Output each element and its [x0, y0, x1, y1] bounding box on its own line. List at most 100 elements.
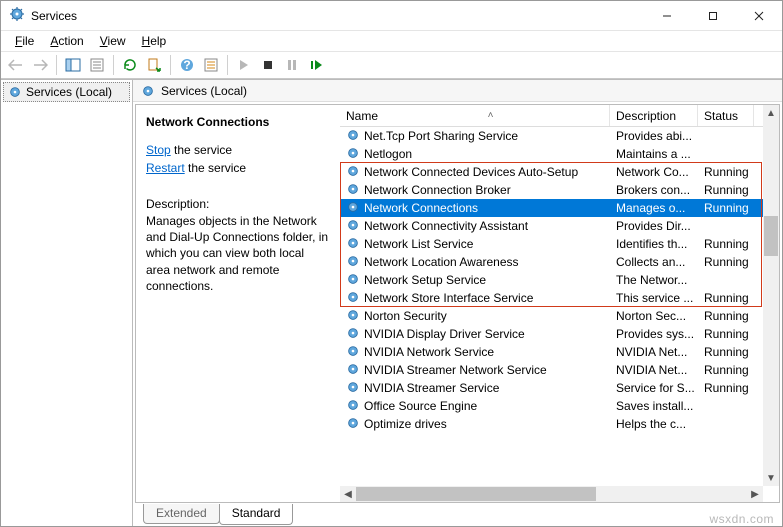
service-desc-cell: Brokers con... — [616, 183, 690, 197]
service-desc-cell: Helps the c... — [616, 417, 686, 431]
service-row[interactable]: Network Connectivity Assistant Provides D… — [340, 217, 763, 235]
service-name-cell: Optimize drives — [364, 417, 447, 431]
service-icon — [346, 326, 360, 343]
service-status-cell: Running — [704, 183, 749, 197]
service-row[interactable]: Net.Tcp Port Sharing Service Provides abi… — [340, 127, 763, 145]
service-name-cell: Netlogon — [364, 147, 412, 161]
column-header-description[interactable]: Description — [610, 105, 698, 126]
show-hide-tree-button[interactable] — [62, 54, 84, 76]
scroll-thumb-h[interactable] — [356, 487, 596, 501]
service-status-cell: Running — [704, 165, 749, 179]
service-icon — [346, 398, 360, 415]
service-row[interactable]: Netlogon Maintains a ... — [340, 145, 763, 163]
service-row[interactable]: Network Store Interface ServiceThis serv… — [340, 289, 763, 307]
service-row[interactable]: NVIDIA Streamer ServiceService for S...R… — [340, 379, 763, 397]
export-list-button[interactable] — [143, 54, 165, 76]
service-icon — [346, 164, 360, 181]
service-row[interactable]: Network List ServiceIdentifies th...Runn… — [340, 235, 763, 253]
app-icon — [9, 6, 25, 25]
scroll-thumb[interactable] — [764, 216, 778, 256]
scroll-left-icon[interactable]: ◀ — [340, 486, 356, 502]
service-row[interactable]: NVIDIA Network ServiceNVIDIA Net...Runni… — [340, 343, 763, 361]
minimize-button[interactable] — [644, 1, 690, 30]
service-status-cell: Running — [704, 255, 749, 269]
close-button[interactable] — [736, 1, 782, 30]
scroll-right-icon[interactable]: ▶ — [747, 486, 763, 502]
service-desc-cell: Provides Dir... — [616, 219, 691, 233]
service-row[interactable]: Office Source EngineSaves install... — [340, 397, 763, 415]
tab-extended[interactable]: Extended — [143, 504, 220, 524]
column-header-status[interactable]: Status — [698, 105, 754, 126]
toolbar: ? — [1, 51, 782, 79]
tree-item-label: Services (Local) — [26, 85, 112, 99]
service-row[interactable]: Norton Security Norton Sec... Running — [340, 307, 763, 325]
service-row[interactable]: Network ConnectionsManages o...Running — [340, 199, 763, 217]
service-icon — [346, 290, 360, 307]
service-name-cell: Network Location Awareness — [364, 255, 519, 269]
tree-item-services-local[interactable]: Services (Local) — [3, 82, 130, 102]
back-button[interactable] — [5, 54, 27, 76]
service-name-cell: Network Connectivity Assistant — [364, 219, 528, 233]
stop-service-link[interactable]: Stop — [146, 143, 171, 157]
service-desc-cell: Saves install... — [616, 399, 693, 413]
service-name-cell: Network Setup Service — [364, 273, 486, 287]
service-name-cell: Norton Security — [364, 309, 447, 323]
service-icon — [346, 218, 360, 235]
column-header-name[interactable]: Name˄ — [340, 105, 610, 126]
service-desc-cell: Maintains a ... — [616, 147, 691, 161]
service-name-cell: Network Store Interface Service — [364, 291, 533, 305]
selected-service-name: Network Connections — [146, 115, 330, 129]
forward-button[interactable] — [29, 54, 51, 76]
service-icon — [346, 200, 360, 217]
service-name-cell: NVIDIA Network Service — [364, 345, 494, 359]
service-desc-cell: Network Co... — [616, 165, 689, 179]
service-desc-cell: Collects an... — [616, 255, 685, 269]
service-row[interactable]: Network Connected Devices Auto-SetupNetw… — [340, 163, 763, 181]
properties-button[interactable] — [86, 54, 108, 76]
service-row[interactable]: Network Location Awareness Collects an...… — [340, 253, 763, 271]
restart-service-button[interactable] — [305, 54, 327, 76]
service-icon — [346, 182, 360, 199]
service-desc-cell: Norton Sec... — [616, 309, 686, 323]
service-row[interactable]: Optimize drives Helps the c... — [340, 415, 763, 433]
properties-icon-button[interactable] — [200, 54, 222, 76]
stop-service-button[interactable] — [257, 54, 279, 76]
service-desc-cell: Identifies th... — [616, 237, 687, 251]
service-row[interactable]: Network Setup ServiceThe Networ... — [340, 271, 763, 289]
description-label: Description: — [146, 197, 330, 211]
service-row[interactable]: NVIDIA Streamer Network ServiceNVIDIA Ne… — [340, 361, 763, 379]
service-name-cell: Network Connections — [364, 201, 478, 215]
service-name-cell: Net.Tcp Port Sharing Service — [364, 129, 518, 143]
menu-help[interactable]: Help — [134, 32, 175, 50]
maximize-button[interactable] — [690, 1, 736, 30]
menu-action[interactable]: Action — [42, 32, 91, 50]
horizontal-scrollbar[interactable]: ◀ ▶ — [340, 486, 763, 502]
service-icon — [346, 380, 360, 397]
service-row[interactable]: Network Connection BrokerBrokers con...R… — [340, 181, 763, 199]
tab-standard[interactable]: Standard — [219, 504, 294, 525]
right-header-title: Services (Local) — [161, 84, 247, 98]
scroll-up-icon[interactable]: ▲ — [763, 105, 779, 121]
service-status-cell: Running — [704, 363, 749, 377]
menu-view[interactable]: View — [92, 32, 134, 50]
pause-service-button[interactable] — [281, 54, 303, 76]
service-desc-cell: NVIDIA Net... — [616, 363, 687, 377]
service-desc-cell: Service for S... — [616, 381, 695, 395]
vertical-scrollbar[interactable]: ▲ ▼ — [763, 105, 779, 486]
refresh-button[interactable] — [119, 54, 141, 76]
service-desc-cell: Provides abi... — [616, 129, 692, 143]
sort-asc-icon: ˄ — [488, 110, 494, 121]
help-button[interactable]: ? — [176, 54, 198, 76]
service-name-cell: NVIDIA Display Driver Service — [364, 327, 525, 341]
service-status-cell: Running — [704, 381, 749, 395]
menu-file[interactable]: File — [7, 32, 42, 50]
service-icon — [346, 236, 360, 253]
restart-service-link[interactable]: Restart — [146, 161, 185, 175]
service-row[interactable]: NVIDIA Display Driver ServiceProvides sy… — [340, 325, 763, 343]
scroll-down-icon[interactable]: ▼ — [763, 470, 779, 486]
service-status-cell: Running — [704, 345, 749, 359]
start-service-button[interactable] — [233, 54, 255, 76]
window-title: Services — [31, 9, 644, 23]
service-icon — [346, 344, 360, 361]
service-status-cell: Running — [704, 309, 749, 323]
